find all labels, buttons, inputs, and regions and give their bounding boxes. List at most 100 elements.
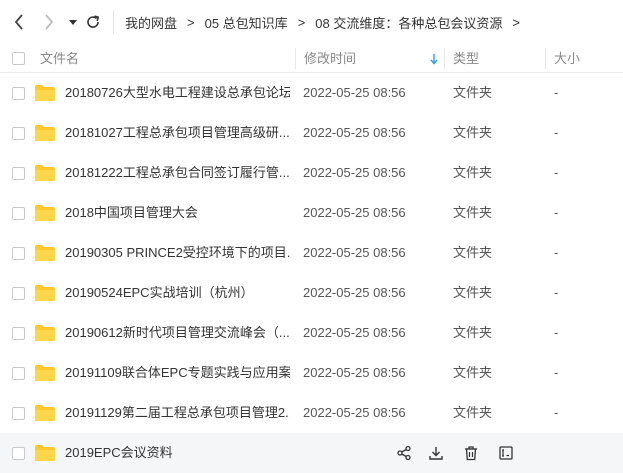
file-size: - bbox=[554, 85, 559, 100]
file-name[interactable]: 20181027工程总承包项目管理高级研... bbox=[65, 113, 290, 153]
breadcrumb-item-knowledge-base[interactable]: 05 总包知识库 bbox=[205, 13, 288, 32]
sort-down-arrow-icon[interactable] bbox=[429, 53, 439, 65]
row-checkbox[interactable] bbox=[12, 87, 25, 100]
file-modified-time: 2022-05-25 08:56 bbox=[303, 85, 406, 100]
row-checkbox[interactable] bbox=[12, 167, 25, 180]
file-type: 文件夹 bbox=[453, 165, 493, 180]
breadcrumb-separator: > bbox=[512, 14, 520, 30]
file-type: 文件夹 bbox=[453, 205, 493, 220]
table-row[interactable]: 20180726大型水电工程建设总承包论坛 2022-05-25 08:56 文… bbox=[0, 73, 623, 113]
row-checkbox[interactable] bbox=[12, 367, 25, 380]
table-row[interactable]: 20190305 PRINCE2受控环境下的项目... 2022-05-25 0… bbox=[0, 233, 623, 273]
toolbar-divider bbox=[113, 10, 114, 34]
file-name[interactable]: 20191129第二届工程总承包项目管理2... bbox=[65, 393, 290, 433]
forward-button[interactable] bbox=[38, 11, 60, 33]
table-row[interactable]: 20191129第二届工程总承包项目管理2... 2022-05-25 08:5… bbox=[0, 393, 623, 433]
folder-icon bbox=[35, 365, 55, 381]
folder-icon bbox=[35, 325, 55, 341]
file-modified-time: 2022-05-25 08:56 bbox=[303, 285, 406, 300]
file-modified-time: 2022-05-25 08:56 bbox=[303, 165, 406, 180]
file-list-header: 文件名 修改时间 类型 大小 bbox=[0, 44, 623, 73]
file-name[interactable]: 20190305 PRINCE2受控环境下的项目... bbox=[65, 233, 290, 273]
file-type: 文件夹 bbox=[453, 365, 493, 380]
file-name[interactable]: 20191109联合体EPC专题实践与应用案... bbox=[65, 353, 290, 393]
folder-icon bbox=[35, 205, 55, 221]
file-size: - bbox=[554, 245, 559, 260]
column-header-modified[interactable]: 修改时间 bbox=[304, 44, 356, 73]
file-size: - bbox=[554, 405, 559, 420]
breadcrumb: 我的网盘 > 05 总包知识库 > 08 交流维度：各种总包会议资源 > bbox=[125, 0, 530, 44]
file-size: - bbox=[554, 325, 559, 340]
row-checkbox[interactable] bbox=[12, 327, 25, 340]
file-type: 文件夹 bbox=[453, 325, 493, 340]
rename-button[interactable] bbox=[496, 443, 516, 463]
column-header-type[interactable]: 类型 bbox=[453, 44, 479, 73]
file-size: - bbox=[554, 205, 559, 220]
table-row-hovered[interactable]: 2019EPC会议资料 bbox=[0, 433, 623, 473]
file-type: 文件夹 bbox=[453, 85, 493, 100]
folder-icon bbox=[35, 405, 55, 421]
folder-icon bbox=[35, 245, 55, 261]
history-dropdown-button[interactable] bbox=[62, 11, 84, 33]
row-checkbox[interactable] bbox=[12, 207, 25, 220]
table-row[interactable]: 20190524EPC实战培训（杭州） 2022-05-25 08:56 文件夹… bbox=[0, 273, 623, 313]
file-size: - bbox=[554, 365, 559, 380]
refresh-icon bbox=[87, 15, 100, 28]
file-name[interactable]: 20190612新时代项目管理交流峰会（... bbox=[65, 313, 290, 353]
share-button[interactable] bbox=[394, 443, 414, 463]
file-modified-time: 2022-05-25 08:56 bbox=[303, 365, 406, 380]
file-size: - bbox=[554, 165, 559, 180]
table-row[interactable]: 2018中国项目管理大会 2022-05-25 08:56 文件夹 - bbox=[0, 193, 623, 233]
table-row[interactable]: 20181027工程总承包项目管理高级研... 2022-05-25 08:56… bbox=[0, 113, 623, 153]
folder-icon bbox=[35, 445, 55, 461]
share-icon bbox=[397, 445, 411, 461]
column-header-name[interactable]: 文件名 bbox=[40, 44, 79, 73]
file-type: 文件夹 bbox=[453, 245, 493, 260]
file-name[interactable]: 2018中国项目管理大会 bbox=[65, 193, 290, 233]
file-size: - bbox=[554, 125, 559, 140]
row-checkbox[interactable] bbox=[12, 407, 25, 420]
file-name[interactable]: 2019EPC会议资料 bbox=[65, 433, 290, 473]
breadcrumb-separator: > bbox=[297, 14, 306, 30]
file-modified-time: 2022-05-25 08:56 bbox=[303, 245, 406, 260]
select-all-checkbox[interactable] bbox=[12, 52, 25, 65]
file-name[interactable]: 20181222工程总承包合同签订履行管... bbox=[65, 153, 290, 193]
column-divider bbox=[545, 48, 546, 69]
trash-icon bbox=[465, 446, 477, 461]
column-divider bbox=[444, 48, 445, 69]
delete-button[interactable] bbox=[461, 443, 481, 463]
file-modified-time: 2022-05-25 08:56 bbox=[303, 325, 406, 340]
file-modified-time: 2022-05-25 08:56 bbox=[303, 205, 406, 220]
file-size: - bbox=[554, 285, 559, 300]
table-row[interactable]: 20191109联合体EPC专题实践与应用案... 2022-05-25 08:… bbox=[0, 353, 623, 393]
file-modified-time: 2022-05-25 08:56 bbox=[303, 125, 406, 140]
column-header-size[interactable]: 大小 bbox=[554, 44, 580, 73]
download-icon bbox=[429, 447, 443, 460]
file-name[interactable]: 20180726大型水电工程建设总承包论坛 bbox=[65, 73, 290, 113]
navigation-toolbar: 我的网盘 > 05 总包知识库 > 08 交流维度：各种总包会议资源 > bbox=[0, 0, 623, 44]
row-checkbox[interactable] bbox=[12, 127, 25, 140]
download-button[interactable] bbox=[426, 443, 446, 463]
back-button[interactable] bbox=[8, 11, 30, 33]
breadcrumb-item-current[interactable]: 08 交流维度：各种总包会议资源 bbox=[315, 13, 502, 32]
folder-icon bbox=[35, 125, 55, 141]
file-type: 文件夹 bbox=[453, 285, 493, 300]
table-row[interactable]: 20190612新时代项目管理交流峰会（... 2022-05-25 08:56… bbox=[0, 313, 623, 353]
folder-icon bbox=[35, 285, 55, 301]
row-checkbox[interactable] bbox=[12, 447, 25, 460]
refresh-button[interactable] bbox=[82, 11, 104, 33]
column-divider bbox=[295, 48, 296, 69]
file-modified-time: 2022-05-25 08:56 bbox=[303, 405, 406, 420]
breadcrumb-item-root[interactable]: 我的网盘 bbox=[125, 13, 177, 32]
chevron-right-icon bbox=[45, 14, 54, 30]
rename-icon bbox=[499, 446, 513, 460]
breadcrumb-separator: > bbox=[187, 14, 195, 30]
row-checkbox[interactable] bbox=[12, 287, 25, 300]
table-row[interactable]: 20181222工程总承包合同签订履行管... 2022-05-25 08:56… bbox=[0, 153, 623, 193]
folder-icon bbox=[35, 85, 55, 101]
row-checkbox[interactable] bbox=[12, 247, 25, 260]
file-type: 文件夹 bbox=[453, 125, 493, 140]
folder-icon bbox=[35, 165, 55, 181]
file-name[interactable]: 20190524EPC实战培训（杭州） bbox=[65, 273, 290, 313]
file-type: 文件夹 bbox=[453, 405, 493, 420]
